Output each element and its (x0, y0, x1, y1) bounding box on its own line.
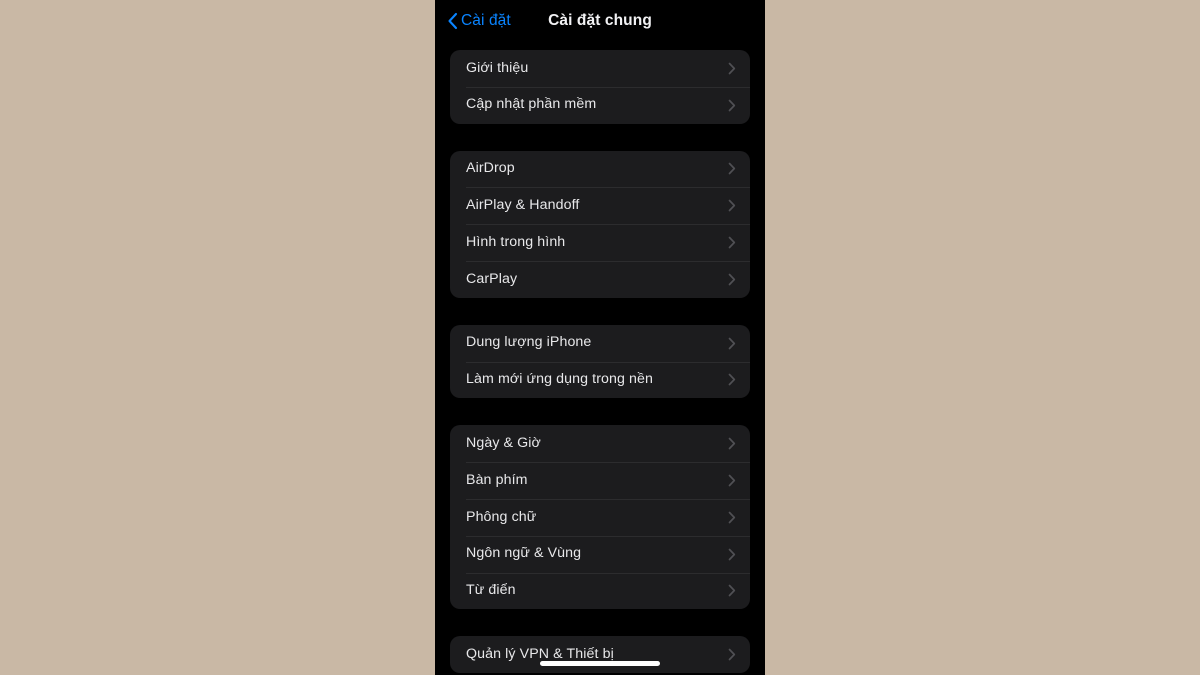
phone-screen: Cài đặt Cài đặt chung Giới thiệu Cập nhậ… (435, 0, 765, 675)
settings-row-airdrop[interactable]: AirDrop (450, 151, 750, 188)
navigation-bar: Cài đặt Cài đặt chung (435, 0, 765, 41)
settings-row-label: Ngôn ngữ & Vùng (466, 546, 582, 562)
settings-group-1: Giới thiệu Cập nhật phần mềm (450, 50, 750, 124)
settings-group-4: Ngày & Giờ Bàn phím Phông chữ Ngôn ngữ &… (450, 425, 750, 610)
settings-group-5: Quản lý VPN & Thiết bị (450, 636, 750, 674)
settings-row-about[interactable]: Giới thiệu (450, 50, 750, 87)
chevron-left-icon (448, 12, 458, 29)
back-button[interactable]: Cài đặt (447, 0, 511, 41)
settings-row-picture-in-picture[interactable]: Hình trong hình (450, 224, 750, 261)
settings-row-airplay-handoff[interactable]: AirPlay & Handoff (450, 187, 750, 224)
settings-row-iphone-storage[interactable]: Dung lượng iPhone (450, 325, 750, 362)
chevron-right-icon (728, 163, 736, 175)
chevron-right-icon (728, 437, 736, 450)
settings-row-keyboard[interactable]: Bàn phím (450, 462, 750, 499)
settings-row-label: Cập nhật phần mềm (466, 97, 597, 113)
settings-row-background-app-refresh[interactable]: Làm mới ứng dụng trong nền (450, 361, 750, 399)
settings-list[interactable]: Giới thiệu Cập nhật phần mềm AirDrop Air… (435, 41, 765, 675)
settings-row-label: Phông chữ (466, 509, 537, 525)
chevron-right-icon (728, 474, 736, 487)
chevron-right-icon (728, 585, 736, 597)
home-indicator[interactable] (540, 661, 660, 666)
settings-row-date-time[interactable]: Ngày & Giờ (450, 425, 750, 462)
chevron-right-icon (728, 511, 736, 524)
settings-row-software-update[interactable]: Cập nhật phần mềm (450, 86, 750, 124)
chevron-right-icon (728, 273, 736, 286)
settings-row-label: Hình trong hình (466, 234, 566, 250)
settings-row-carplay[interactable]: CarPlay (450, 260, 750, 298)
chevron-right-icon (728, 62, 736, 75)
settings-row-label: Dung lượng iPhone (466, 335, 592, 351)
chevron-right-icon (728, 648, 736, 661)
settings-group-3: Dung lượng iPhone Làm mới ứng dụng trong… (450, 324, 750, 399)
settings-row-label: AirPlay & Handoff (466, 197, 580, 213)
chevron-right-icon (728, 199, 736, 212)
settings-row-label: Giới thiệu (466, 60, 529, 76)
chevron-right-icon (728, 99, 736, 112)
settings-row-vpn-device-management[interactable]: Quản lý VPN & Thiết bị (450, 636, 750, 673)
chevron-right-icon (728, 374, 736, 386)
settings-row-label: Ngày & Giờ (466, 435, 541, 451)
settings-row-language-region[interactable]: Ngôn ngữ & Vùng (450, 535, 750, 573)
settings-group-2: AirDrop AirPlay & Handoff Hình trong hìn… (450, 150, 750, 298)
settings-row-label: Làm mới ứng dụng trong nền (466, 372, 654, 388)
settings-row-dictionary[interactable]: Từ điển (450, 572, 750, 610)
back-button-label: Cài đặt (461, 11, 511, 29)
settings-row-label: Bàn phím (466, 472, 528, 488)
settings-row-label: AirDrop (466, 161, 515, 177)
settings-row-fonts[interactable]: Phông chữ (450, 498, 750, 536)
settings-row-label: Từ điển (466, 583, 516, 599)
chevron-right-icon (728, 337, 736, 350)
chevron-right-icon (728, 236, 736, 249)
settings-row-label: CarPlay (466, 271, 518, 287)
chevron-right-icon (728, 548, 736, 561)
